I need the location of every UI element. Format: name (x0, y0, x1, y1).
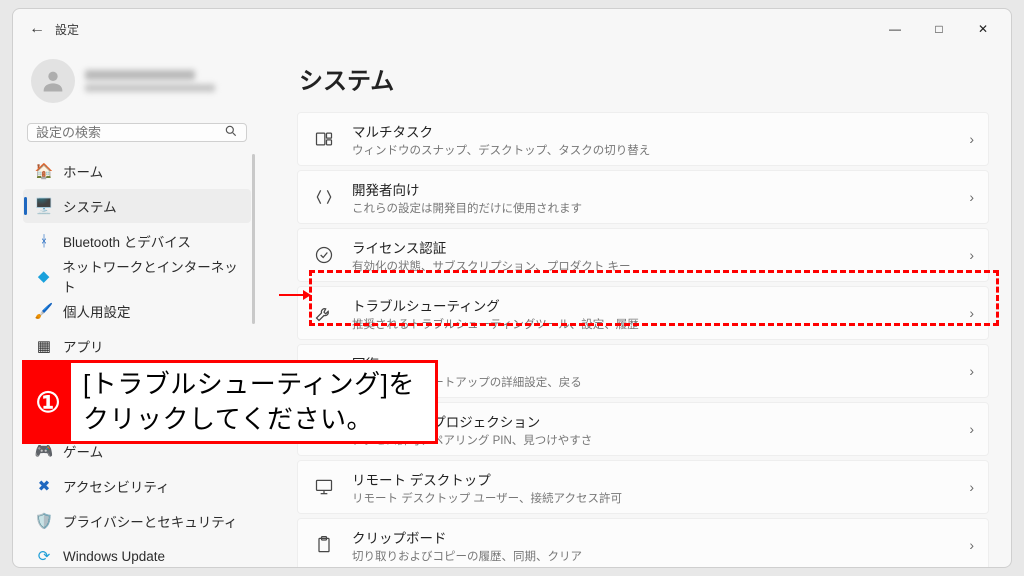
card-title: ライセンス認証 (352, 237, 631, 257)
card-title: リモート デスクトップ (352, 469, 622, 489)
close-button[interactable]: ✕ (961, 14, 1005, 44)
card-title: トラブルシューティング (352, 295, 639, 315)
chevron-right-icon: › (969, 189, 974, 205)
accessibility-icon: ✖ (35, 477, 53, 495)
chevron-right-icon: › (969, 363, 974, 379)
card-title: クリップボード (352, 527, 582, 547)
chevron-right-icon: › (969, 479, 974, 495)
annotation-callout: ① [トラブルシューティング]を クリックしてください。 (22, 360, 438, 444)
search-input[interactable] (27, 123, 247, 142)
multitask-icon (310, 125, 338, 153)
wifi-icon: ◆ (35, 267, 52, 285)
settings-list: マルチタスクウィンドウのスナップ、デスクトップ、タスクの切り替え › 開発者向け… (297, 112, 989, 567)
search-field[interactable] (36, 125, 224, 140)
card-desc: リモート デスクトップ ユーザー、接続アクセス許可 (352, 490, 622, 506)
sidebar-item-label: Windows Update (63, 549, 165, 564)
card-multitask[interactable]: マルチタスクウィンドウのスナップ、デスクトップ、タスクの切り替え › (297, 112, 989, 166)
sidebar-item-accessibility[interactable]: ✖ アクセシビリティ (23, 469, 251, 503)
page-title: システム (299, 61, 989, 96)
card-remote[interactable]: リモート デスクトップリモート デスクトップ ユーザー、接続アクセス許可 › (297, 460, 989, 514)
card-desc: 有効化の状態、サブスクリプション、プロダクト キー (352, 258, 631, 274)
chevron-right-icon: › (969, 537, 974, 553)
home-icon: 🏠 (35, 162, 53, 180)
update-icon: ⟳ (35, 547, 53, 565)
chevron-right-icon: › (969, 421, 974, 437)
back-button[interactable]: ← (19, 20, 55, 38)
sidebar-item-label: システム (63, 196, 117, 216)
card-title: マルチタスク (352, 121, 650, 141)
sidebar-item-privacy[interactable]: 🛡️ プライバシーとセキュリティ (23, 504, 251, 538)
settings-window: ← 設定 ― □ ✕ 🏠 ホーム (12, 8, 1012, 568)
developer-icon (310, 183, 338, 211)
card-desc: ウィンドウのスナップ、デスクトップ、タスクの切り替え (352, 142, 650, 158)
app-title: 設定 (55, 21, 79, 38)
check-icon (310, 241, 338, 269)
sidebar-item-bluetooth[interactable]: ᚼ Bluetooth とデバイス (23, 224, 251, 258)
sidebar-item-label: プライバシーとセキュリティ (63, 511, 237, 531)
system-icon: 🖥️ (35, 197, 53, 215)
chevron-right-icon: › (969, 305, 974, 321)
apps-icon: ▦ (35, 337, 53, 355)
sidebar-item-label: 個人用設定 (63, 301, 131, 321)
remote-icon (310, 473, 338, 501)
annotation-arrow (279, 294, 309, 296)
sidebar: 🏠 ホーム 🖥️ システム ᚼ Bluetooth とデバイス ◆ ネットワークとインタ… (13, 49, 261, 567)
card-desc: 切り取りおよびコピーの履歴、同期、クリア (352, 548, 582, 564)
chevron-right-icon: › (969, 131, 974, 147)
card-desc: これらの設定は開発目的だけに使用されます (352, 200, 582, 216)
main-content: システム マルチタスクウィンドウのスナップ、デスクトップ、タスクの切り替え › … (261, 49, 1011, 567)
window-controls: ― □ ✕ (873, 14, 1005, 44)
clipboard-icon (310, 531, 338, 559)
sidebar-item-personalization[interactable]: 🖌️ 個人用設定 (23, 294, 251, 328)
sidebar-item-label: ネットワークとインターネット (62, 256, 243, 296)
sidebar-item-label: アクセシビリティ (63, 476, 170, 496)
sidebar-item-label: ホーム (63, 161, 103, 181)
avatar (31, 59, 75, 103)
profile[interactable] (23, 55, 251, 117)
card-clipboard[interactable]: クリップボード切り取りおよびコピーの履歴、同期、クリア › (297, 518, 989, 567)
sidebar-item-home[interactable]: 🏠 ホーム (23, 154, 251, 188)
wrench-icon (310, 299, 338, 327)
sidebar-item-network[interactable]: ◆ ネットワークとインターネット (23, 259, 251, 293)
brush-icon: 🖌️ (35, 302, 53, 320)
sidebar-item-label: アプリ (63, 336, 104, 356)
sidebar-item-apps[interactable]: ▦ アプリ (23, 329, 251, 363)
sidebar-item-label: Bluetooth とデバイス (63, 231, 191, 251)
sidebar-scrollbar[interactable] (252, 154, 255, 324)
annotation-text: [トラブルシューティング]を クリックしてください。 (71, 363, 421, 441)
gamepad-icon: 🎮 (35, 442, 53, 460)
card-troubleshoot[interactable]: トラブルシューティング推奨されるトラブルシューティングツール、設定、履歴 › (297, 286, 989, 340)
search-icon (224, 124, 238, 141)
card-activation[interactable]: ライセンス認証有効化の状態、サブスクリプション、プロダクト キー › (297, 228, 989, 282)
card-desc: 推奨されるトラブルシューティングツール、設定、履歴 (352, 316, 639, 332)
card-developer[interactable]: 開発者向けこれらの設定は開発目的だけに使用されます › (297, 170, 989, 224)
chevron-right-icon: › (969, 247, 974, 263)
annotation-number: ① (25, 363, 71, 441)
profile-info (85, 70, 215, 92)
bluetooth-icon: ᚼ (35, 232, 53, 250)
shield-icon: 🛡️ (35, 512, 53, 530)
titlebar: ← 設定 ― □ ✕ (13, 9, 1011, 49)
sidebar-item-system[interactable]: 🖥️ システム (23, 189, 251, 223)
sidebar-item-update[interactable]: ⟳ Windows Update (23, 539, 251, 567)
card-title: 開発者向け (352, 179, 582, 199)
minimize-button[interactable]: ― (873, 14, 917, 44)
maximize-button[interactable]: □ (917, 14, 961, 44)
